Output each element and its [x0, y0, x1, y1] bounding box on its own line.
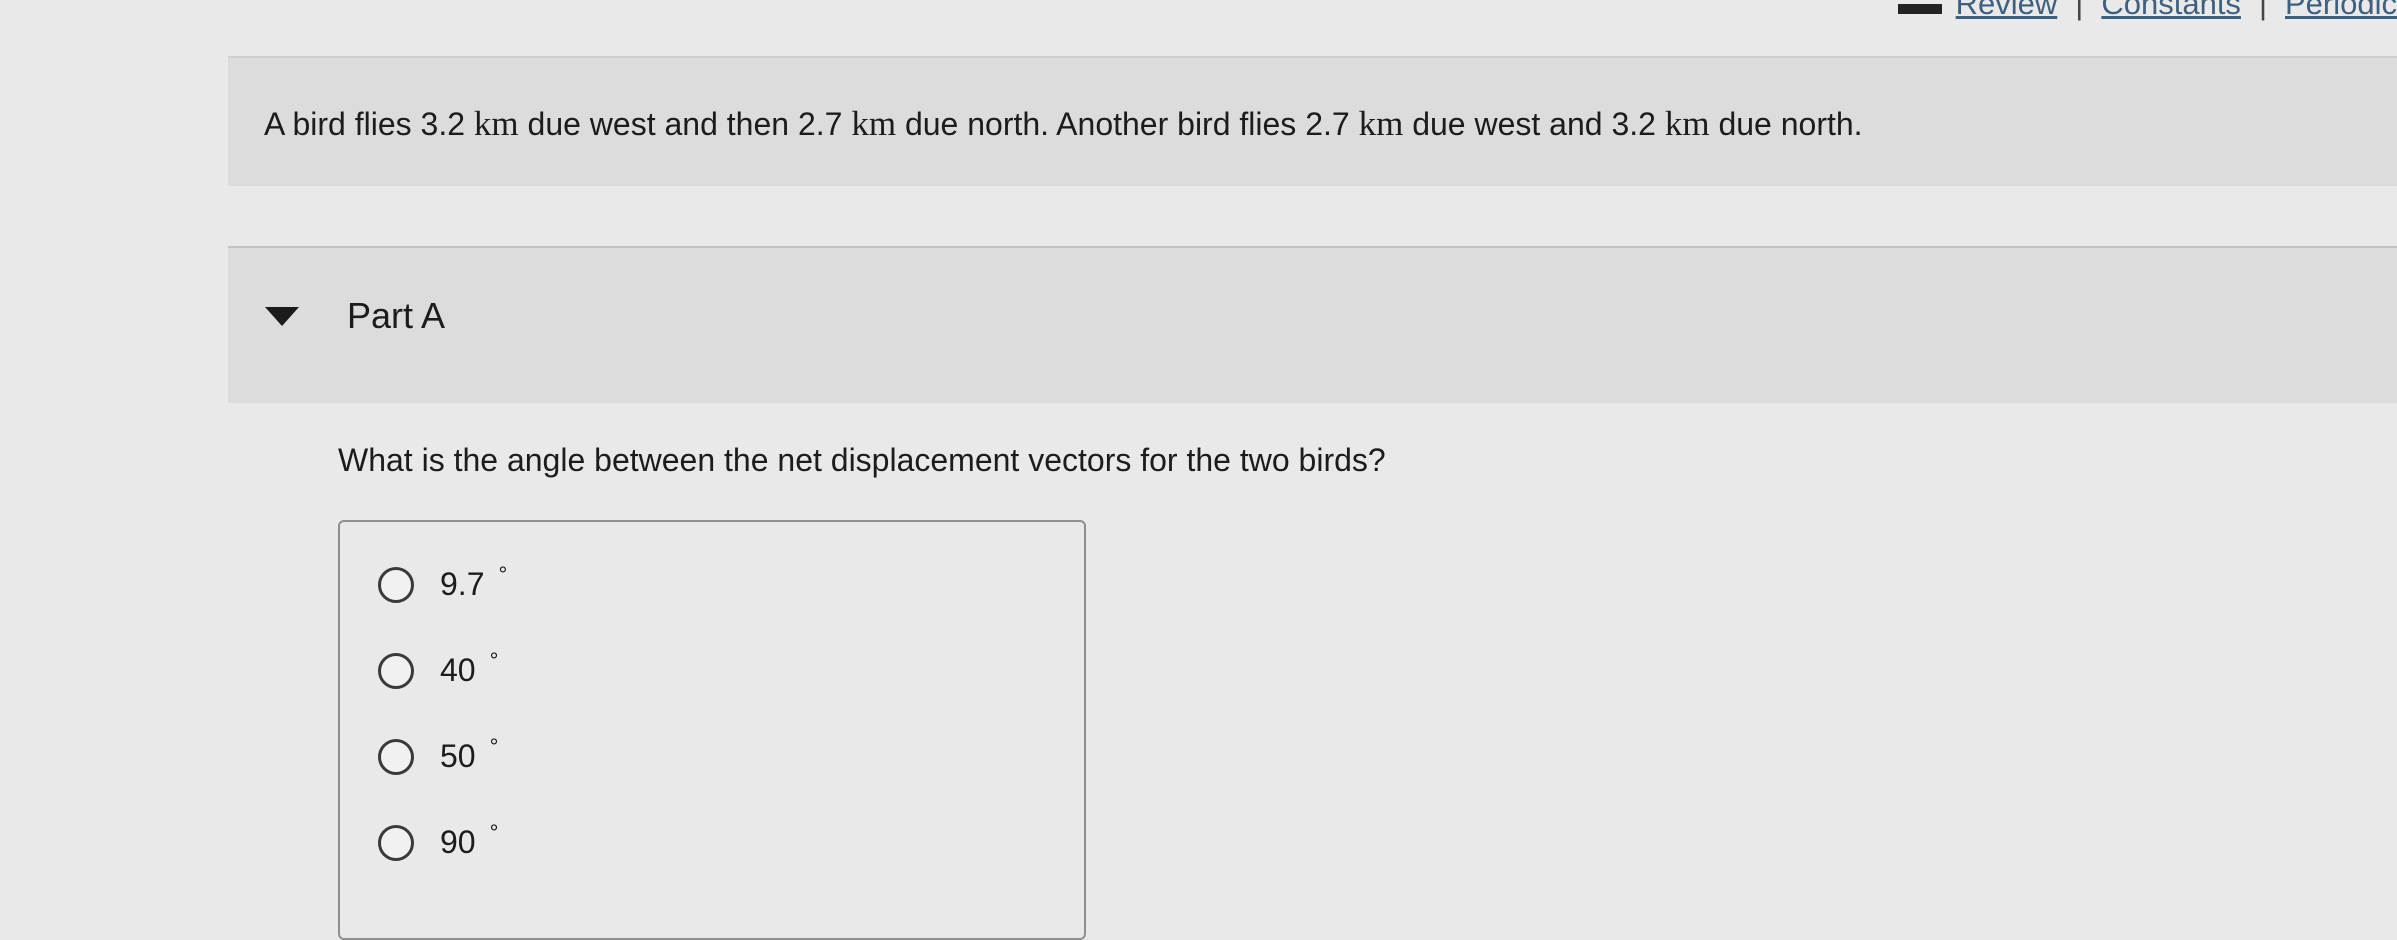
option-value: 90 [440, 824, 476, 860]
degree-symbol: ° [489, 733, 499, 759]
unit-km: km [851, 104, 897, 143]
radio-button[interactable] [378, 652, 414, 689]
collapse-triangle-icon[interactable] [265, 307, 299, 326]
answer-option[interactable]: 50 ° [378, 734, 498, 775]
part-a-header[interactable] [228, 248, 2397, 403]
unit-km: km [1664, 104, 1710, 143]
problem-intro-text: A bird flies 3.2 km due west and then 2.… [264, 104, 1863, 144]
link-separator: | [2258, 0, 2267, 21]
radio-button[interactable] [378, 566, 414, 603]
intro-text-segment: due west and 3.2 [1403, 106, 1665, 142]
intro-text-segment: due north. Another bird flies 2.7 [896, 106, 1359, 142]
book-icon [1897, 4, 1942, 14]
periodic-table-link[interactable]: Periodic [2285, 0, 2397, 22]
page: { "top_links": { "review": "Review", "co… [0, 0, 2397, 940]
radio-button[interactable] [378, 738, 414, 775]
intro-text-segment: due west and then 2.7 [518, 106, 852, 142]
review-link[interactable]: Review [1956, 0, 2058, 22]
degree-symbol: ° [498, 561, 508, 587]
option-value: 9.7 [440, 566, 485, 602]
answer-option[interactable]: 9.7 ° [378, 562, 507, 603]
unit-km: km [1358, 104, 1404, 143]
intro-text-segment: A bird flies 3.2 [264, 106, 474, 142]
link-separator: | [2075, 0, 2084, 21]
answer-option[interactable]: 40 ° [378, 648, 498, 689]
constants-link[interactable]: Constants [2101, 0, 2241, 22]
degree-symbol: ° [489, 819, 499, 845]
unit-km: km [473, 104, 519, 143]
degree-symbol: ° [489, 647, 499, 673]
part-title: Part A [347, 295, 446, 336]
answer-option[interactable]: 90 ° [378, 820, 498, 861]
question-text: What is the angle between the net displa… [338, 442, 1386, 478]
option-value: 40 [440, 652, 476, 688]
top-links-bar: Review | Constants | Periodic [1897, 0, 2397, 22]
option-value: 50 [440, 738, 476, 774]
intro-text-segment: due north. [1709, 106, 1863, 142]
radio-button[interactable] [378, 824, 414, 861]
